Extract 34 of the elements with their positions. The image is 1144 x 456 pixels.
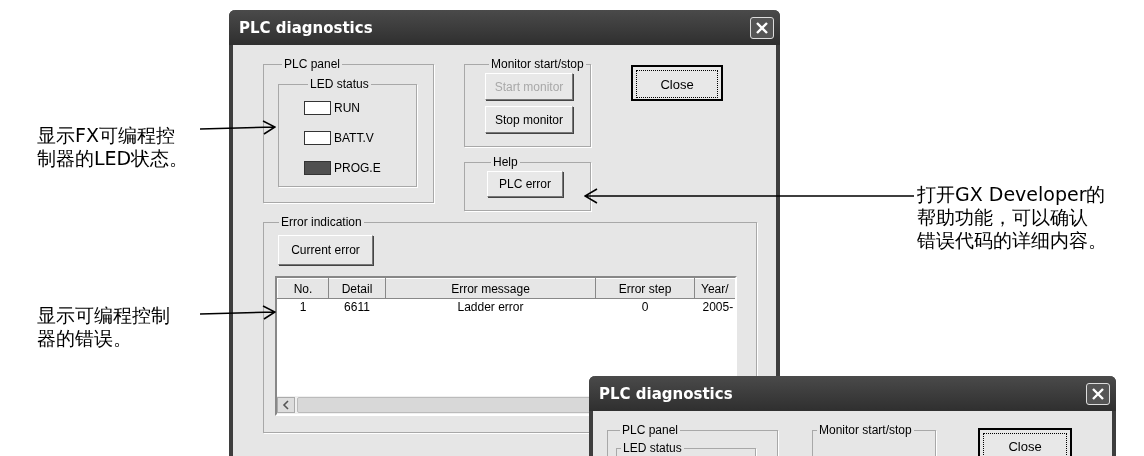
table-cell: 2005- <box>694 298 735 315</box>
group-label: PLC panel <box>283 57 342 71</box>
group-label: Monitor start/stop <box>490 57 585 71</box>
column-header[interactable]: Detail <box>328 278 386 299</box>
group-label: Help <box>492 155 519 169</box>
column-header[interactable]: Error message <box>385 278 596 299</box>
close-icon[interactable] <box>750 16 774 39</box>
current-error-button[interactable]: Current error <box>278 235 373 265</box>
plc-error-button[interactable]: PLC error <box>487 171 563 197</box>
close-icon[interactable] <box>1086 382 1110 405</box>
column-header[interactable]: Error step <box>595 278 695 299</box>
annotation-text: 显示可编程控制 器的错误。 <box>37 304 170 350</box>
table-cell: 1 <box>277 298 329 315</box>
window-title: PLC diagnostics <box>599 384 733 403</box>
close-button[interactable]: Close <box>978 428 1072 456</box>
table-cell: 0 <box>595 298 695 315</box>
scroll-left-icon[interactable] <box>277 397 295 413</box>
group-label: LED status <box>309 77 370 91</box>
led-label: BATT.V <box>334 131 374 145</box>
group-label: Monitor start/stop <box>818 423 913 437</box>
annotation-text: 显示FX可编程控 制器的LED状态。 <box>37 124 189 170</box>
window-title: PLC diagnostics <box>239 18 373 37</box>
table-cell: Ladder error <box>385 298 596 315</box>
group-label: Error indication <box>280 215 363 229</box>
column-header[interactable]: Year/ <box>694 278 735 299</box>
table-cell: 6611 <box>328 298 386 315</box>
annotation-text: 打开GX Developer的 帮助功能，可以确认 错误代码的详细内容。 <box>917 183 1107 252</box>
column-header[interactable]: No. <box>277 278 329 299</box>
stop-monitor-button[interactable]: Stop monitor <box>485 106 573 133</box>
group-label: PLC panel <box>621 423 680 437</box>
close-button[interactable]: Close <box>631 65 723 101</box>
led-label: RUN <box>334 101 360 115</box>
led-label: PROG.E <box>334 161 381 175</box>
group-label: LED status <box>622 441 683 455</box>
